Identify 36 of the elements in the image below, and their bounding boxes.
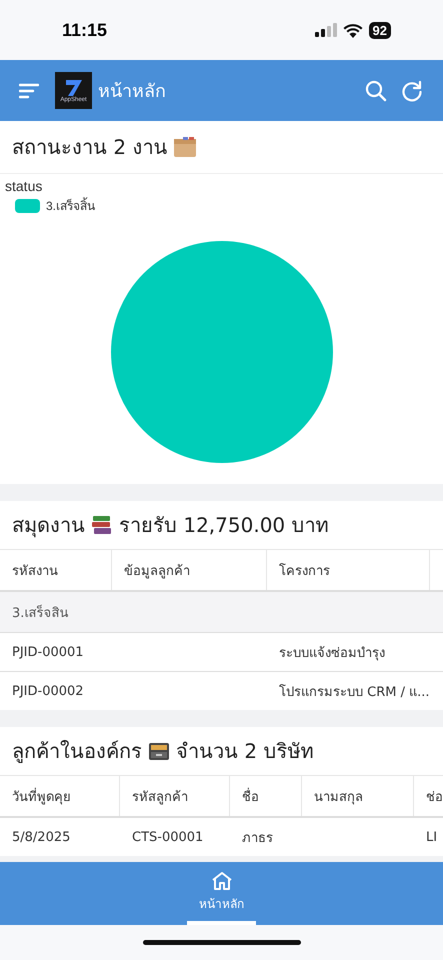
column-header[interactable]: โครงการ [267, 550, 430, 590]
column-header[interactable]: ข้อมูลลูกค้า [112, 550, 267, 590]
column-header[interactable]: รหัสลูกค้า [120, 776, 230, 816]
books-icon [91, 515, 113, 535]
legend-title: status [5, 178, 44, 194]
table-cell-text: CTS-00001 [131, 828, 204, 846]
battery-indicator: 92 [368, 22, 391, 38]
legend-label: 3.เสร็จสิ้น [46, 196, 96, 215]
table-cell-text: 5/8/2025 [11, 828, 72, 846]
table-cell-text: ภาธร [241, 830, 274, 848]
card-title-suffix: จำนวน 2 บริษัท [176, 738, 314, 765]
box-icon [173, 136, 198, 158]
wifi-icon [342, 22, 363, 38]
menu-icon[interactable] [19, 82, 39, 98]
card-title: ลูกค้าในองค์กร [12, 738, 142, 765]
table-cell-text: โปรแกรมระบบ CRM / แ... [278, 683, 430, 702]
card-title: สมุดงาน [12, 512, 85, 540]
column-header[interactable]: วันที่พูดคุย [0, 776, 120, 816]
table-cell-text: PJID-00002 [11, 682, 85, 700]
table-cell-text: PJID-00001 [11, 644, 85, 662]
group-header[interactable]: 3.เสร็จสิน [0, 592, 68, 632]
table-cell-text: LI [425, 828, 438, 846]
search-icon[interactable] [365, 80, 387, 102]
column-header[interactable]: ชื่อ [230, 776, 302, 816]
app-title: หน้าหลัก [98, 80, 166, 104]
column-header[interactable]: รหัสงาน [0, 550, 112, 590]
card-title: สถานะงาน 2 งาน [12, 134, 168, 161]
card-title-suffix: รายรับ 12,750.00 บาท [119, 512, 329, 539]
column-header[interactable]: นามสกุล [302, 776, 414, 816]
status-time: 11:15 [62, 20, 108, 40]
refresh-icon[interactable] [401, 80, 423, 102]
home-icon [210, 870, 232, 890]
file-cabinet-icon [148, 741, 170, 761]
column-header[interactable]: ช่อ [414, 776, 443, 816]
signal-icon [314, 23, 337, 37]
table-cell-text: ระบบแจ้งซ่อมบำรุง [278, 644, 386, 662]
